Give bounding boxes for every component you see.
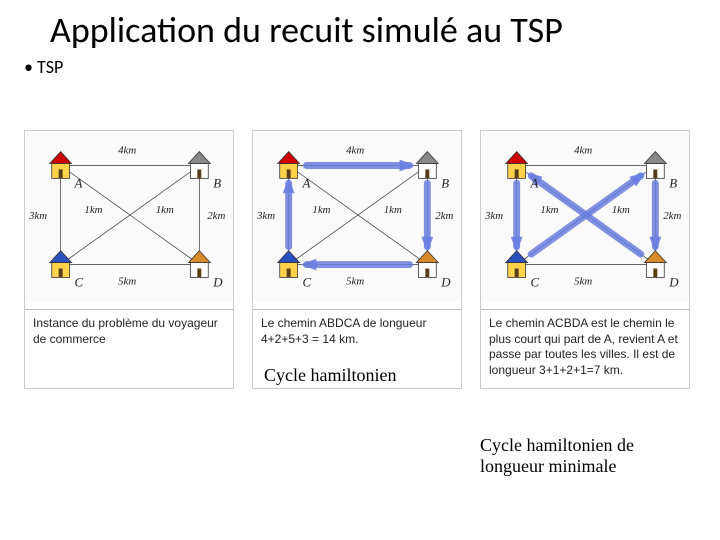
panels-row: 4km 5km 3km 2km 1km 1km A B C D Instance du probl… — [24, 130, 690, 389]
svg-text:1km: 1km — [540, 204, 558, 216]
svg-text:5km: 5km — [346, 275, 364, 287]
svg-text:3km: 3km — [484, 210, 503, 222]
svg-text:1km: 1km — [156, 204, 174, 216]
svg-text:5km: 5km — [118, 275, 136, 287]
panel-2-graph: 4km 5km 3km 2km 1km 1km A B C D — [253, 131, 461, 301]
svg-text:D: D — [212, 275, 223, 289]
svg-text:C: C — [303, 275, 312, 289]
svg-text:3km: 3km — [28, 210, 47, 222]
panel-3-caption: Le chemin ACBDA est le chemin le plus co… — [481, 309, 689, 388]
svg-text:B: B — [213, 176, 221, 190]
annotation-cycle-minimale: Cycle hamiltonien de longueur minimale — [480, 435, 634, 476]
annot2-line1: Cycle hamiltonien de — [480, 435, 634, 455]
bullet-item: • TSP — [24, 56, 63, 78]
svg-text:2km: 2km — [663, 210, 681, 222]
svg-text:5km: 5km — [574, 275, 592, 287]
svg-text:1km: 1km — [612, 204, 630, 216]
annotation-cycle-hamiltonien: Cycle hamiltonien — [264, 365, 396, 386]
svg-text:4km: 4km — [118, 145, 136, 157]
panel-3-graph: 4km 5km 3km 2km 1km 1km A B C D — [481, 131, 689, 301]
svg-text:1km: 1km — [384, 204, 402, 216]
panel-1: 4km 5km 3km 2km 1km 1km A B C D Instance du probl… — [24, 130, 234, 389]
svg-text:4km: 4km — [346, 145, 364, 157]
svg-text:A: A — [530, 176, 539, 190]
bullet-dot: • — [24, 56, 37, 78]
svg-text:A: A — [302, 176, 311, 190]
svg-text:1km: 1km — [312, 204, 330, 216]
svg-text:D: D — [440, 275, 451, 289]
svg-text:C: C — [75, 275, 84, 289]
svg-text:2km: 2km — [207, 210, 225, 222]
panel-2-caption: Le chemin ABDCA de longueur 4+2+5+3 = 14… — [253, 309, 461, 357]
svg-text:1km: 1km — [84, 204, 102, 216]
svg-text:B: B — [669, 176, 677, 190]
svg-text:A: A — [74, 176, 83, 190]
svg-text:3km: 3km — [256, 210, 275, 222]
svg-text:B: B — [441, 176, 449, 190]
page-title: Application du recuit simulé au TSP — [50, 8, 563, 52]
panel-3: 4km 5km 3km 2km 1km 1km A B C D Le chemin ACBDA e… — [480, 130, 690, 389]
svg-text:4km: 4km — [574, 145, 592, 157]
panel-1-graph: 4km 5km 3km 2km 1km 1km A B C D — [25, 131, 233, 301]
annot2-line2: longueur minimale — [480, 456, 616, 476]
panel-1-caption: Instance du problème du voyageur de comm… — [25, 309, 233, 357]
svg-text:C: C — [531, 275, 540, 289]
svg-text:2km: 2km — [435, 210, 453, 222]
svg-text:D: D — [668, 275, 679, 289]
bullet-text: TSP — [37, 56, 63, 78]
panel-2: 4km 5km 3km 2km 1km 1km A B C D Le chemin ABDCA d… — [252, 130, 462, 389]
